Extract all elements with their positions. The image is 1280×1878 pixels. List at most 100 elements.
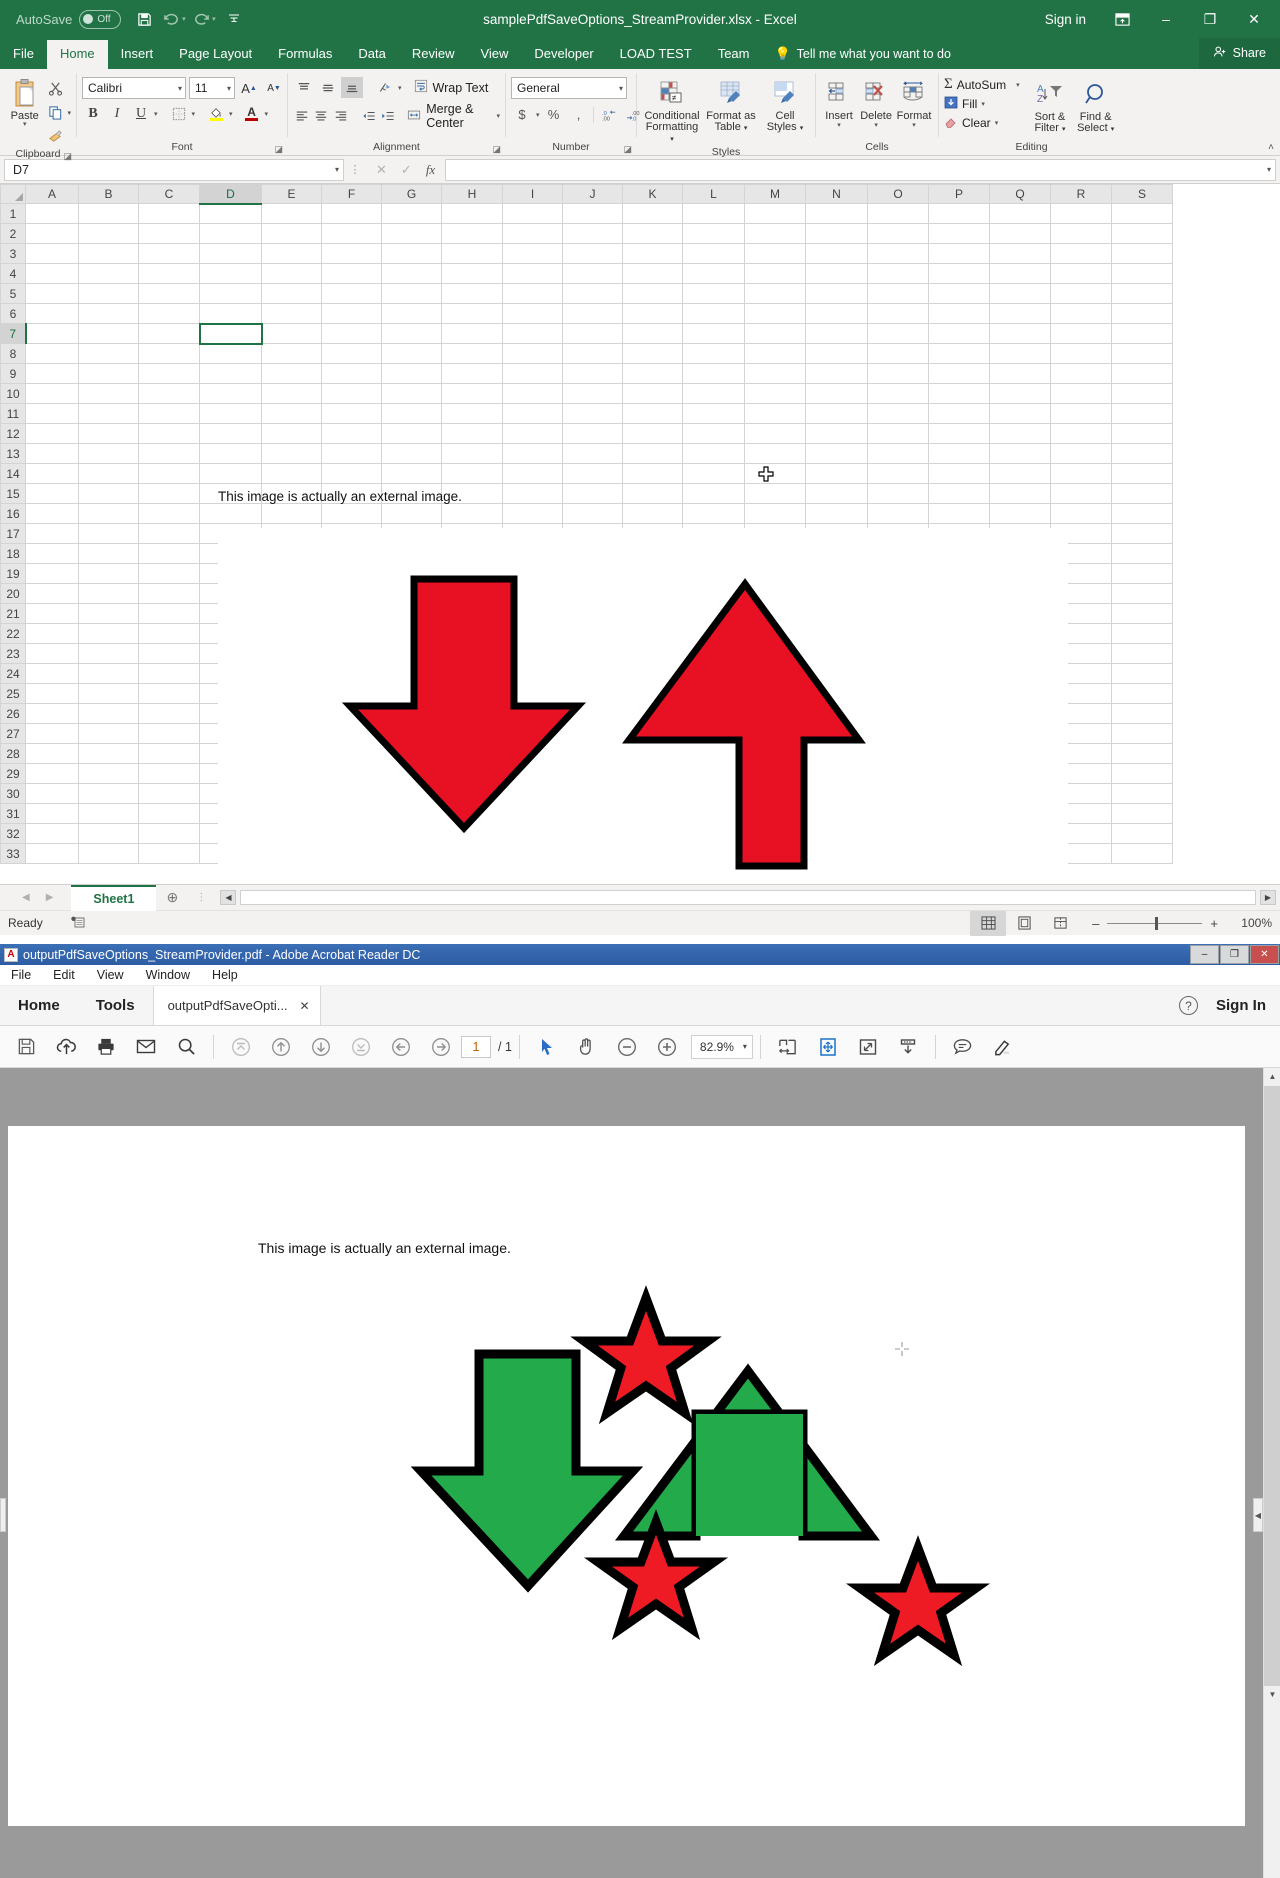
- cell-N13[interactable]: [805, 443, 868, 464]
- cell-O11[interactable]: [867, 403, 929, 424]
- cell-S11[interactable]: [1111, 403, 1173, 424]
- cell-G9[interactable]: [381, 363, 442, 384]
- column-header-p[interactable]: P: [928, 184, 990, 204]
- cell-Q14[interactable]: [989, 463, 1051, 484]
- cell-L5[interactable]: [682, 283, 745, 304]
- cell-E8[interactable]: [261, 343, 322, 364]
- cell-I8[interactable]: [502, 343, 563, 364]
- cell-E4[interactable]: [261, 263, 322, 284]
- row-header-20[interactable]: 20: [0, 583, 26, 604]
- cell-C11[interactable]: [138, 403, 200, 424]
- cell-D9[interactable]: [199, 363, 262, 384]
- cell-M11[interactable]: [744, 403, 806, 424]
- cell-D1[interactable]: [199, 203, 262, 224]
- row-header-12[interactable]: 12: [0, 423, 26, 444]
- cell-C5[interactable]: [138, 283, 200, 304]
- cell-S20[interactable]: [1111, 583, 1173, 604]
- cell-P16[interactable]: [928, 503, 990, 524]
- cell-B29[interactable]: [78, 763, 139, 784]
- cell-L15[interactable]: [682, 483, 745, 504]
- cell-A26[interactable]: [25, 703, 79, 724]
- cell-C14[interactable]: [138, 463, 200, 484]
- clipboard-dialog-launcher[interactable]: ◪: [63, 149, 72, 164]
- cell-F3[interactable]: [321, 243, 382, 264]
- cell-G11[interactable]: [381, 403, 442, 424]
- cell-Q11[interactable]: [989, 403, 1051, 424]
- tab-developer[interactable]: Developer: [521, 40, 606, 69]
- cell-H16[interactable]: [441, 503, 503, 524]
- format-cells-button[interactable]: Format ▾: [895, 75, 933, 129]
- font-name-combobox[interactable]: Calibri ▾: [82, 77, 186, 99]
- format-painter-icon[interactable]: [44, 126, 66, 147]
- prev-sheet-icon[interactable]: ◀: [22, 892, 30, 903]
- cell-B31[interactable]: [78, 803, 139, 824]
- cell-B18[interactable]: [78, 543, 139, 564]
- insert-dropdown-arrow[interactable]: ▾: [837, 122, 841, 129]
- cell-B13[interactable]: [78, 443, 139, 464]
- cell-A14[interactable]: [25, 463, 79, 484]
- clear-button[interactable]: Clear ▾: [944, 115, 1028, 131]
- tab-document[interactable]: outputPdfSaveOpti... ✕: [152, 986, 321, 1025]
- cell-A19[interactable]: [25, 563, 79, 584]
- comment-bubble-icon[interactable]: [943, 1026, 983, 1068]
- cell-E12[interactable]: [261, 423, 322, 444]
- zoom-out-button[interactable]: –: [1092, 916, 1099, 931]
- column-header-g[interactable]: G: [381, 184, 442, 204]
- select-all-corner[interactable]: [0, 184, 26, 204]
- tab-home[interactable]: Home: [46, 40, 108, 69]
- cell-I12[interactable]: [502, 423, 563, 444]
- cell-C26[interactable]: [138, 703, 200, 724]
- cell-R14[interactable]: [1050, 463, 1112, 484]
- column-header-k[interactable]: K: [622, 184, 683, 204]
- cell-R16[interactable]: [1050, 503, 1112, 524]
- cell-C28[interactable]: [138, 743, 200, 764]
- row-header-11[interactable]: 11: [0, 403, 26, 424]
- cell-K6[interactable]: [622, 303, 683, 324]
- column-header-r[interactable]: R: [1050, 184, 1112, 204]
- cell-S17[interactable]: [1111, 523, 1173, 544]
- cell-S7[interactable]: [1111, 323, 1173, 344]
- cell-E9[interactable]: [261, 363, 322, 384]
- cell-G6[interactable]: [381, 303, 442, 324]
- cell-R4[interactable]: [1050, 263, 1112, 284]
- cell-H1[interactable]: [441, 203, 503, 224]
- cell-F14[interactable]: [321, 463, 382, 484]
- cell-L3[interactable]: [682, 243, 745, 264]
- paste-button[interactable]: Paste ▾: [5, 75, 44, 128]
- cell-L4[interactable]: [682, 263, 745, 284]
- cell-G2[interactable]: [381, 223, 442, 244]
- cell-L1[interactable]: [682, 203, 745, 224]
- column-header-l[interactable]: L: [682, 184, 745, 204]
- number-dialog-launcher[interactable]: ◪: [623, 142, 632, 157]
- cell-S23[interactable]: [1111, 643, 1173, 664]
- cell-E11[interactable]: [261, 403, 322, 424]
- cell-O9[interactable]: [867, 363, 929, 384]
- save-icon[interactable]: [129, 4, 159, 34]
- cell-H10[interactable]: [441, 383, 503, 404]
- cell-B7[interactable]: [78, 323, 139, 344]
- cell-S19[interactable]: [1111, 563, 1173, 584]
- acrobat-signin-button[interactable]: Sign In: [1216, 997, 1266, 1014]
- cell-S24[interactable]: [1111, 663, 1173, 684]
- cell-R6[interactable]: [1050, 303, 1112, 324]
- cell-O16[interactable]: [867, 503, 929, 524]
- cell-M8[interactable]: [744, 343, 806, 364]
- share-button[interactable]: Share: [1198, 38, 1280, 69]
- cell-D13[interactable]: [199, 443, 262, 464]
- cell-A32[interactable]: [25, 823, 79, 844]
- tab-tools[interactable]: Tools: [78, 986, 153, 1025]
- cell-M2[interactable]: [744, 223, 806, 244]
- column-header-j[interactable]: J: [562, 184, 623, 204]
- cell-P4[interactable]: [928, 263, 990, 284]
- cell-J2[interactable]: [562, 223, 623, 244]
- cell-K10[interactable]: [622, 383, 683, 404]
- cell-C22[interactable]: [138, 623, 200, 644]
- cell-G1[interactable]: [381, 203, 442, 224]
- row-header-7[interactable]: 7: [0, 323, 27, 344]
- cell-styles-button[interactable]: Cell Styles ▾: [761, 75, 809, 134]
- cell-F11[interactable]: [321, 403, 382, 424]
- cell-S3[interactable]: [1111, 243, 1173, 264]
- tab-insert[interactable]: Insert: [108, 40, 167, 69]
- cell-J5[interactable]: [562, 283, 623, 304]
- format-dropdown-arrow[interactable]: ▾: [912, 122, 916, 129]
